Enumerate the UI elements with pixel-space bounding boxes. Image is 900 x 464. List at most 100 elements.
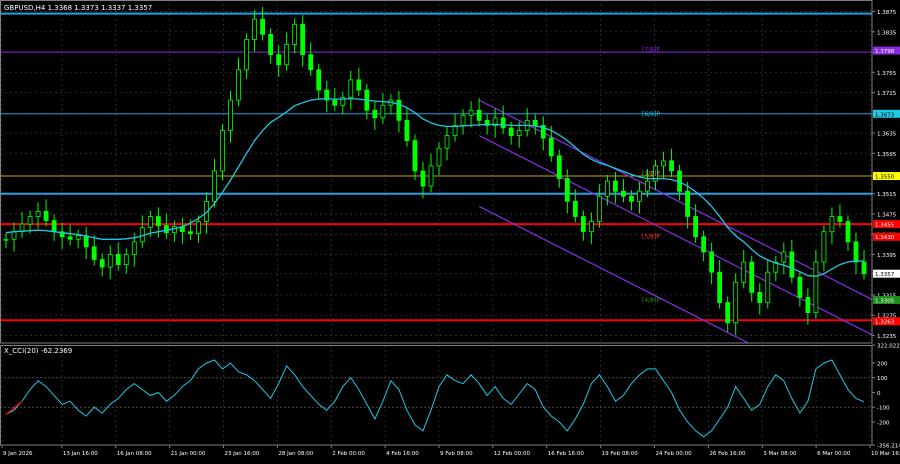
candle: [84, 227, 88, 259]
time-tick-label: 4 Feb 16:00: [386, 451, 419, 457]
candle-body: [798, 277, 802, 297]
candle-body: [68, 237, 72, 240]
candle-body: [501, 118, 505, 128]
candle-body: [132, 242, 136, 255]
candle-body: [686, 191, 690, 216]
candle-body: [581, 217, 585, 232]
time-tick-label: 26 Feb 16:00: [709, 451, 746, 457]
price-tick-label: 1.3395: [877, 253, 897, 259]
candle-body: [269, 34, 273, 54]
candle-body: [862, 262, 866, 274]
candle: [12, 223, 16, 252]
candle: [108, 245, 112, 279]
time-tick-label: 16 Jan 08:00: [117, 451, 152, 457]
candle-body: [469, 110, 473, 115]
murrey-level-label: [4/8]P: [642, 297, 660, 304]
candle: [702, 231, 706, 261]
candle-body: [557, 156, 561, 179]
trading-chart-window[interactable]: [7/8]P[6/8]P[7/8]P[5/8]P[4/8]P 1.38751.3…: [0, 0, 900, 460]
candle-body: [830, 217, 834, 232]
candle-body: [76, 236, 80, 240]
chart-canvas[interactable]: [7/8]P[6/8]P[7/8]P[5/8]P[4/8]P 1.38751.3…: [0, 0, 900, 460]
candle-body: [790, 252, 794, 277]
candle-body: [718, 272, 722, 302]
candle-body: [148, 217, 152, 228]
price-tick-label: 1.3835: [877, 30, 897, 36]
candle: [589, 212, 593, 243]
candle: [766, 260, 770, 309]
candle: [4, 233, 8, 248]
candle: [734, 273, 738, 335]
candle: [309, 42, 313, 75]
candle-body: [277, 55, 281, 65]
candle-body: [629, 196, 633, 201]
candle-body: [806, 297, 810, 312]
candle: [253, 10, 257, 51]
time-tick-label: 2 Feb 00:00: [332, 451, 365, 457]
cci-start-segment: [6, 401, 22, 414]
candle: [261, 7, 265, 40]
price-tag-label: 1.3673: [875, 112, 895, 118]
candle: [541, 116, 545, 150]
candle-body: [782, 252, 786, 262]
candle: [710, 243, 714, 284]
murrey-level-label: [7/8]P: [642, 171, 660, 178]
cci-tick-label: 100: [877, 376, 888, 382]
candle-body: [196, 222, 200, 234]
murrey-level-label: [6/8]P: [642, 111, 660, 118]
candle: [613, 172, 617, 203]
candle-body: [670, 161, 674, 171]
murrey-level-label: [5/8]P: [642, 234, 660, 241]
cci-tick-label: -356.2143: [877, 444, 900, 450]
candle-body: [108, 254, 112, 267]
candle-body: [245, 39, 249, 69]
price-tag-label: 1.3430: [875, 235, 895, 241]
candle: [718, 260, 722, 309]
price-tag: 1.3550: [873, 172, 900, 181]
candle: [60, 223, 64, 249]
candle-body: [597, 196, 601, 221]
candle: [212, 159, 216, 208]
candle: [782, 243, 786, 274]
candle: [790, 240, 794, 284]
time-tick-label: 21 Jan 00:00: [171, 451, 206, 457]
candle-body: [702, 237, 706, 252]
candle-body: [549, 138, 553, 156]
regression-channel: [479, 100, 888, 414]
candle: [429, 154, 433, 192]
candle-body: [645, 181, 649, 191]
candle: [621, 179, 625, 202]
candle-body: [822, 232, 826, 262]
candle: [445, 126, 449, 160]
time-tick-label: 3 Mar 08:00: [763, 451, 797, 457]
price-tag-label: 1.3798: [875, 49, 895, 55]
murrey-level-labels: [7/8]P[6/8]P[7/8]P[5/8]P[4/8]P: [642, 47, 660, 304]
candle: [221, 124, 225, 180]
candle: [317, 64, 321, 99]
candle: [461, 109, 465, 134]
candle: [124, 248, 128, 273]
candle-body: [333, 100, 337, 105]
candle-body: [92, 247, 96, 260]
time-tick-label: 16 Feb 16:00: [548, 451, 585, 457]
candle-body: [533, 120, 537, 125]
price-tick-label: 1.3595: [877, 152, 897, 158]
price-tag: 1.3798: [873, 47, 900, 56]
cci-tick-label: 322.0224: [877, 344, 900, 350]
cci-tick-label: -100: [877, 406, 890, 412]
time-tick-label: 23 Jan 16:00: [225, 451, 260, 457]
candle: [686, 182, 690, 229]
time-tick-label: 9 Feb 08:00: [440, 451, 473, 457]
candle: [742, 250, 746, 288]
candle: [373, 101, 377, 130]
candle-body: [445, 136, 449, 149]
candle-body: [156, 217, 160, 226]
price-tick-label: 1.3755: [877, 71, 897, 77]
time-tick-label: 12 Feb 00:00: [494, 451, 531, 457]
candle-body: [613, 181, 617, 191]
candle-body: [517, 130, 521, 135]
candle-body: [413, 141, 417, 171]
cci-indicator-label: X_CCI(20) -62.2369: [4, 347, 72, 355]
price-tag: 1.3357: [873, 270, 900, 279]
candle-body: [301, 24, 305, 54]
